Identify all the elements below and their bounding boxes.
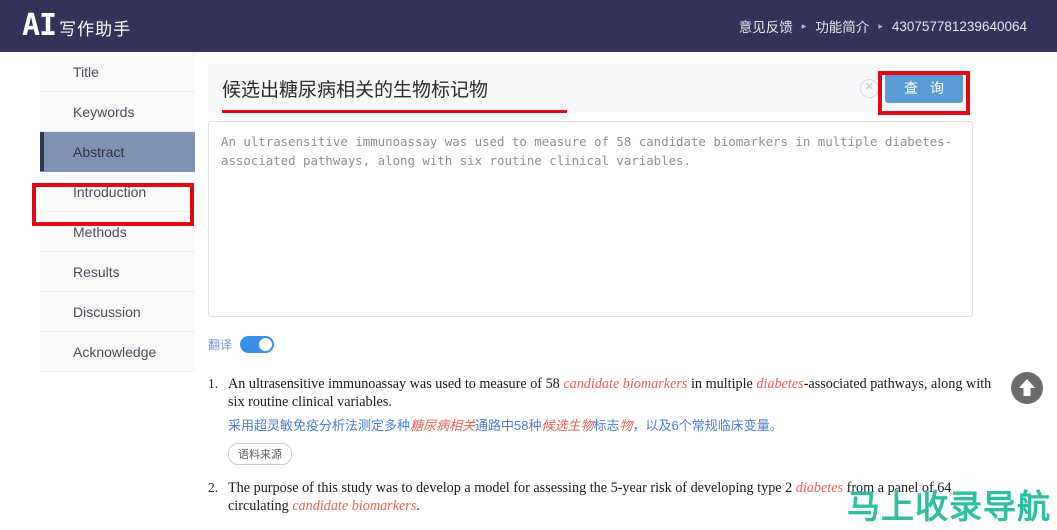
clear-icon[interactable]: ✕ (860, 78, 879, 98)
sidebar-item-label: Results (73, 264, 120, 280)
sidebar-item-keywords[interactable]: Keywords (40, 92, 195, 132)
result-number: 1. (208, 376, 219, 391)
logo-ai-text: AI (22, 8, 57, 43)
highlight-segment: diabetes (795, 480, 844, 496)
logo-subtitle-text: 写作助手 (59, 20, 132, 39)
result-content: The purpose of this study was to develop… (228, 479, 1008, 515)
sidebar-item-label: Title (73, 64, 99, 80)
result-number: 2. (208, 480, 219, 495)
section-sidebar: Title Keywords Abstract Introduction Met… (40, 52, 195, 372)
sidebar-item-label: Abstract (73, 144, 125, 160)
annotation-underline-search (222, 110, 567, 113)
sidebar-item-label: Acknowledge (73, 344, 157, 360)
corpus-source-button[interactable]: 语料来源 (228, 443, 292, 465)
header-nav: 意见反馈 ▸ 功能简介 ▸ 430757781239640064 (739, 16, 1027, 36)
translate-label: 翻译 (208, 338, 233, 352)
sidebar-item-label: Introduction (73, 184, 147, 200)
search-input[interactable] (208, 77, 860, 99)
chevron-right-icon-1: ▸ (801, 20, 807, 31)
result-chinese-text: 采用超灵敏免疫分析法测定多种糖尿病相关通路中58种候选生物标志物，以及6个常规临… (228, 416, 1008, 436)
sidebar-item-abstract[interactable]: Abstract (40, 132, 195, 172)
result-item: 1. An ultrasensitive immunoassay was use… (208, 375, 1008, 465)
highlight-segment: 糖尿病相关 (410, 418, 476, 433)
translate-control: 翻译 (208, 336, 1057, 353)
section-main: ✕ 查 询 An ultrasensitive immunoassay was … (208, 52, 1057, 529)
scroll-to-top-button[interactable] (1011, 372, 1043, 404)
sidebar-item-acknowledge[interactable]: Acknowledge (40, 332, 195, 372)
sidebar-item-discussion[interactable]: Discussion (40, 292, 195, 332)
query-button[interactable]: 查 询 (885, 73, 963, 103)
highlight-segment: 候选生物 (541, 418, 594, 433)
text-segment: 通路中58种 (475, 418, 542, 433)
sidebar-item-introduction[interactable]: Introduction (40, 172, 195, 212)
text-segment: . (416, 498, 420, 514)
result-english-text: An ultrasensitive immunoassay was used t… (228, 375, 1008, 411)
highlight-segment: 物 (619, 418, 633, 433)
text-segment: 采用超灵敏免疫分析法测定多种 (228, 418, 411, 433)
text-segment: in multiple (687, 376, 757, 392)
result-item: 2. The purpose of this study was to deve… (208, 479, 1008, 515)
sidebar-item-label: Discussion (73, 304, 141, 320)
search-bar: ✕ 查 询 (208, 64, 973, 115)
chevron-right-icon-2: ▸ (878, 20, 883, 31)
arrow-up-icon (1019, 379, 1035, 396)
nav-item-feedback[interactable]: 意见反馈 (739, 16, 793, 36)
sidebar-item-results[interactable]: Results (40, 252, 195, 292)
nav-user-id[interactable]: 430757781239640064 (892, 19, 1027, 34)
text-segment: An ultrasensitive immunoassay was used t… (228, 376, 564, 392)
sidebar-item-title[interactable]: Title (40, 52, 195, 92)
text-segment: ，以及6个常规临床变量。 (632, 418, 783, 433)
highlight-segment: candidate biomarkers (292, 498, 417, 514)
sidebar-item-methods[interactable]: Methods (40, 212, 195, 252)
abstract-textarea[interactable]: An ultrasensitive immunoassay was used t… (208, 121, 973, 317)
sidebar-item-label: Methods (73, 224, 127, 240)
highlight-segment: candidate biomarkers (563, 376, 688, 392)
translate-toggle[interactable] (240, 336, 275, 353)
results-list: 1. An ultrasensitive immunoassay was use… (208, 375, 1008, 515)
result-english-text: The purpose of this study was to develop… (228, 479, 1008, 515)
text-segment: The purpose of this study was to develop… (228, 480, 796, 496)
nav-item-features[interactable]: 功能简介 (815, 16, 869, 36)
result-content: An ultrasensitive immunoassay was used t… (228, 375, 1008, 465)
app-logo[interactable]: AI 写作助手 (22, 11, 131, 41)
highlight-segment: diabetes (756, 376, 804, 392)
page-body: Title Keywords Abstract Introduction Met… (0, 52, 1057, 530)
text-segment: 标志 (593, 418, 620, 433)
app-header: AI 写作助手 意见反馈 ▸ 功能简介 ▸ 430757781239640064 (0, 0, 1057, 52)
sidebar-item-label: Keywords (73, 104, 135, 120)
